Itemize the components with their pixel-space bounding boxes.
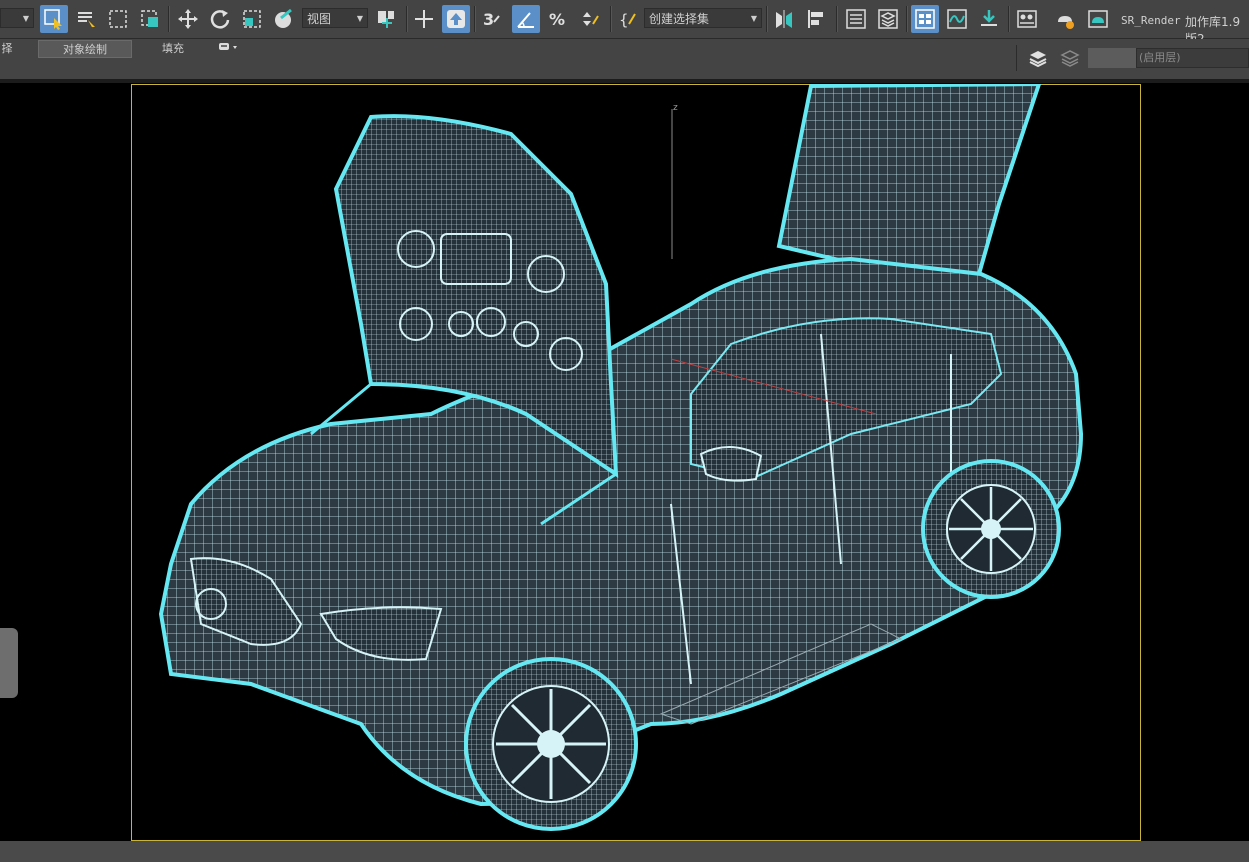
reference-coordinate-dropdown[interactable]: 视图 ▼	[302, 8, 368, 28]
toolbar-divider	[1008, 6, 1010, 32]
side-mirror	[699, 445, 763, 482]
schematic-icon	[981, 10, 997, 26]
place-icon	[275, 8, 292, 28]
layer-swatch[interactable]	[1088, 48, 1136, 68]
shortcut-icon	[447, 10, 465, 28]
render-setup-button[interactable]	[1051, 5, 1079, 33]
toolbar-divider	[168, 6, 170, 32]
spinner-snap-icon	[583, 12, 599, 26]
tab-object-paint[interactable]: 对象绘制	[38, 40, 132, 58]
ribbon-icon	[915, 9, 935, 29]
material-editor-icon	[1017, 10, 1037, 28]
layer-manager-button[interactable]	[1024, 45, 1052, 71]
scale-icon	[243, 10, 261, 28]
edit-named-selection-button[interactable]: {	[614, 5, 642, 33]
material-editor-button[interactable]	[1013, 5, 1041, 33]
keyboard-shortcut-toggle[interactable]	[442, 5, 470, 33]
list-cursor-icon	[78, 12, 95, 29]
layers-outline-icon	[1060, 50, 1080, 67]
percent-snap-toggle[interactable]: %	[544, 5, 572, 33]
schematic-view-button[interactable]	[975, 5, 1003, 33]
status-bar	[0, 841, 1249, 862]
select-manipulate-button[interactable]	[410, 5, 438, 33]
window-crossing-button[interactable]	[136, 5, 164, 33]
select-object-button[interactable]	[40, 5, 68, 33]
teapot-gear-icon	[1058, 16, 1074, 29]
move-button[interactable]	[174, 5, 202, 33]
align-icon	[808, 10, 823, 28]
toolbar-divider	[474, 6, 476, 32]
layer-name-field[interactable]: (启用层)	[1136, 48, 1249, 68]
rendered-frame-button[interactable]	[1084, 5, 1112, 33]
layers-icon	[1029, 51, 1047, 68]
mirror-icon	[776, 10, 792, 28]
toolbar-divider	[1016, 45, 1017, 71]
toolbar-divider	[610, 6, 612, 32]
car-wireframe-render: z	[158, 84, 1084, 831]
named-selection-dropdown[interactable]: 创建选择集 ▼	[644, 8, 762, 28]
layer-explorer-button[interactable]	[874, 5, 902, 33]
main-toolbar: ▼ 视图 ▼ 3 % {创建选择集 ▼ SR_Render 加作库1.9	[0, 0, 1249, 46]
toolbar-divider	[766, 6, 768, 32]
chevron-down-icon: ▼	[356, 14, 363, 23]
chevron-down-icon: ▼	[750, 14, 757, 23]
window-crossing-icon	[141, 10, 158, 27]
snaps-toggle[interactable]: 3	[478, 5, 506, 33]
chevron-down-icon: ▼	[22, 14, 29, 23]
front-wheel	[464, 657, 638, 831]
named-selection-icon: {	[619, 11, 636, 29]
pivot-center-button[interactable]	[372, 5, 400, 33]
ribbon-toggle-button[interactable]	[911, 5, 939, 33]
angle-snap-toggle[interactable]	[512, 5, 540, 33]
rear-wheel	[921, 459, 1061, 599]
tab-selection-partial[interactable]: 择	[0, 40, 14, 58]
place-button[interactable]	[270, 5, 298, 33]
rotate-button[interactable]	[206, 5, 234, 33]
svg-text:3: 3	[483, 10, 494, 29]
toolbar-divider	[906, 6, 908, 32]
sr-render-menu[interactable]: SR_Render	[1121, 14, 1181, 27]
view-dropdown-label: 视图	[307, 12, 332, 26]
pivot-icon	[378, 11, 394, 28]
layer-stack-icon	[878, 9, 898, 29]
toolbar-divider	[836, 6, 838, 32]
curve-editor-button[interactable]	[943, 5, 971, 33]
z-axis-label: z	[673, 103, 678, 113]
layers-toolbar: (启用层)	[1016, 41, 1249, 73]
tab-fill[interactable]: 填充	[150, 40, 196, 58]
scene-explorer-icon	[846, 9, 866, 29]
ribbon-options-button[interactable]	[214, 40, 242, 58]
move-icon	[178, 9, 198, 29]
rotate-icon	[210, 10, 230, 29]
curve-editor-icon	[947, 9, 967, 29]
select-cursor-icon	[44, 9, 62, 30]
angle-snap-icon	[517, 12, 534, 28]
selection-filter-dropdown[interactable]: ▼	[0, 8, 34, 28]
rect-region-icon	[109, 10, 127, 28]
layer-visibility-button[interactable]	[1056, 45, 1084, 71]
side-panel-tab[interactable]	[0, 628, 18, 698]
toolbar-divider	[406, 6, 408, 32]
svg-text:{: {	[619, 11, 629, 29]
select-by-name-button[interactable]	[72, 5, 100, 33]
snap-3d-icon: 3	[483, 10, 500, 29]
selection-set-label: 创建选择集	[649, 12, 710, 26]
scene-explorer-button[interactable]	[842, 5, 870, 33]
scale-button[interactable]	[238, 5, 266, 33]
teapot-window-icon	[1088, 10, 1108, 28]
percent-icon: %	[549, 10, 565, 29]
ribbon-options-icon	[219, 43, 237, 50]
spinner-snap-toggle[interactable]	[576, 5, 604, 33]
rect-selection-button[interactable]	[104, 5, 132, 33]
svg-text:%: %	[549, 10, 565, 29]
align-button[interactable]	[802, 5, 830, 33]
mirror-button[interactable]	[770, 5, 798, 33]
rear-hatch	[776, 84, 1042, 293]
crosshair-icon	[415, 10, 433, 28]
